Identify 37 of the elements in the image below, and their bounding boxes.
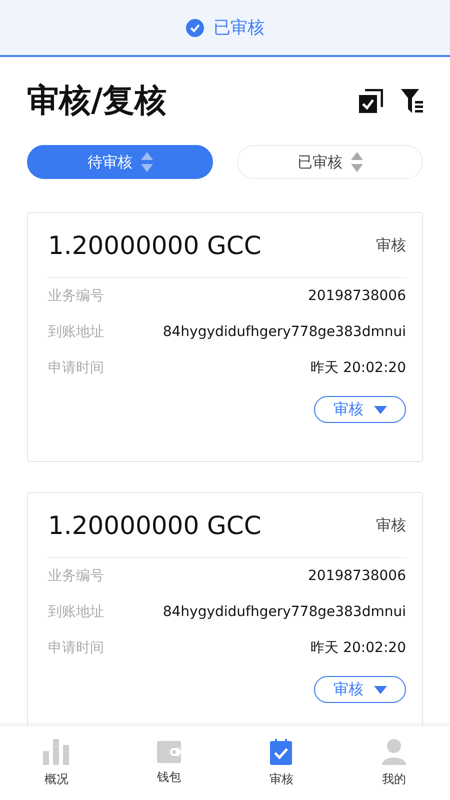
filter-icon[interactable] bbox=[401, 89, 423, 113]
banner-text: 已审核 bbox=[214, 17, 264, 39]
bar-chart-icon bbox=[43, 738, 70, 764]
clipboard-check-icon bbox=[270, 738, 292, 764]
field-label: 申请时间 bbox=[48, 359, 104, 377]
field-label: 业务编号 bbox=[48, 567, 104, 585]
user-icon bbox=[382, 738, 406, 764]
check-circle-icon bbox=[186, 18, 204, 36]
field-label: 申请时间 bbox=[48, 639, 104, 657]
field-label: 业务编号 bbox=[48, 287, 104, 305]
tab-bar-item[interactable]: 概况 bbox=[0, 726, 112, 800]
wallet-icon bbox=[156, 740, 181, 762]
sort-icon bbox=[140, 152, 152, 172]
filter-tab[interactable]: 已审核 bbox=[237, 145, 423, 179]
field-value: 84hygydidufhgery778ge383dmnui bbox=[162, 324, 406, 340]
field-value: 昨天 20:02:20 bbox=[310, 359, 406, 377]
tab-bar-item[interactable]: 审核 bbox=[225, 726, 338, 800]
review-dropdown-button[interactable]: 审核 bbox=[314, 676, 406, 703]
batch-check-icon[interactable] bbox=[359, 89, 383, 113]
status-label: 审核 bbox=[376, 236, 406, 254]
page-title: 审核/复核 bbox=[27, 80, 167, 121]
field-value: 20198738006 bbox=[308, 568, 406, 584]
field-label: 到账地址 bbox=[48, 323, 104, 341]
caret-icon bbox=[374, 686, 386, 694]
sort-icon bbox=[350, 152, 362, 172]
amount: 1.20000000 GCC bbox=[48, 510, 262, 540]
field-label: 到账地址 bbox=[48, 603, 104, 621]
field-value: 20198738006 bbox=[308, 288, 406, 304]
field-value: 84hygydidufhgery778ge383dmnui bbox=[162, 604, 406, 620]
status-label: 审核 bbox=[376, 516, 406, 534]
caret-icon bbox=[374, 406, 386, 414]
amount: 1.20000000 GCC bbox=[48, 230, 262, 260]
review-dropdown-button[interactable]: 审核 bbox=[314, 396, 406, 423]
filter-tab[interactable]: 待审核 bbox=[27, 145, 213, 179]
tab-bar-item[interactable]: 我的 bbox=[338, 726, 450, 800]
field-value: 昨天 20:02:20 bbox=[310, 639, 406, 657]
tab-bar-item[interactable]: 钱包 bbox=[112, 726, 225, 800]
